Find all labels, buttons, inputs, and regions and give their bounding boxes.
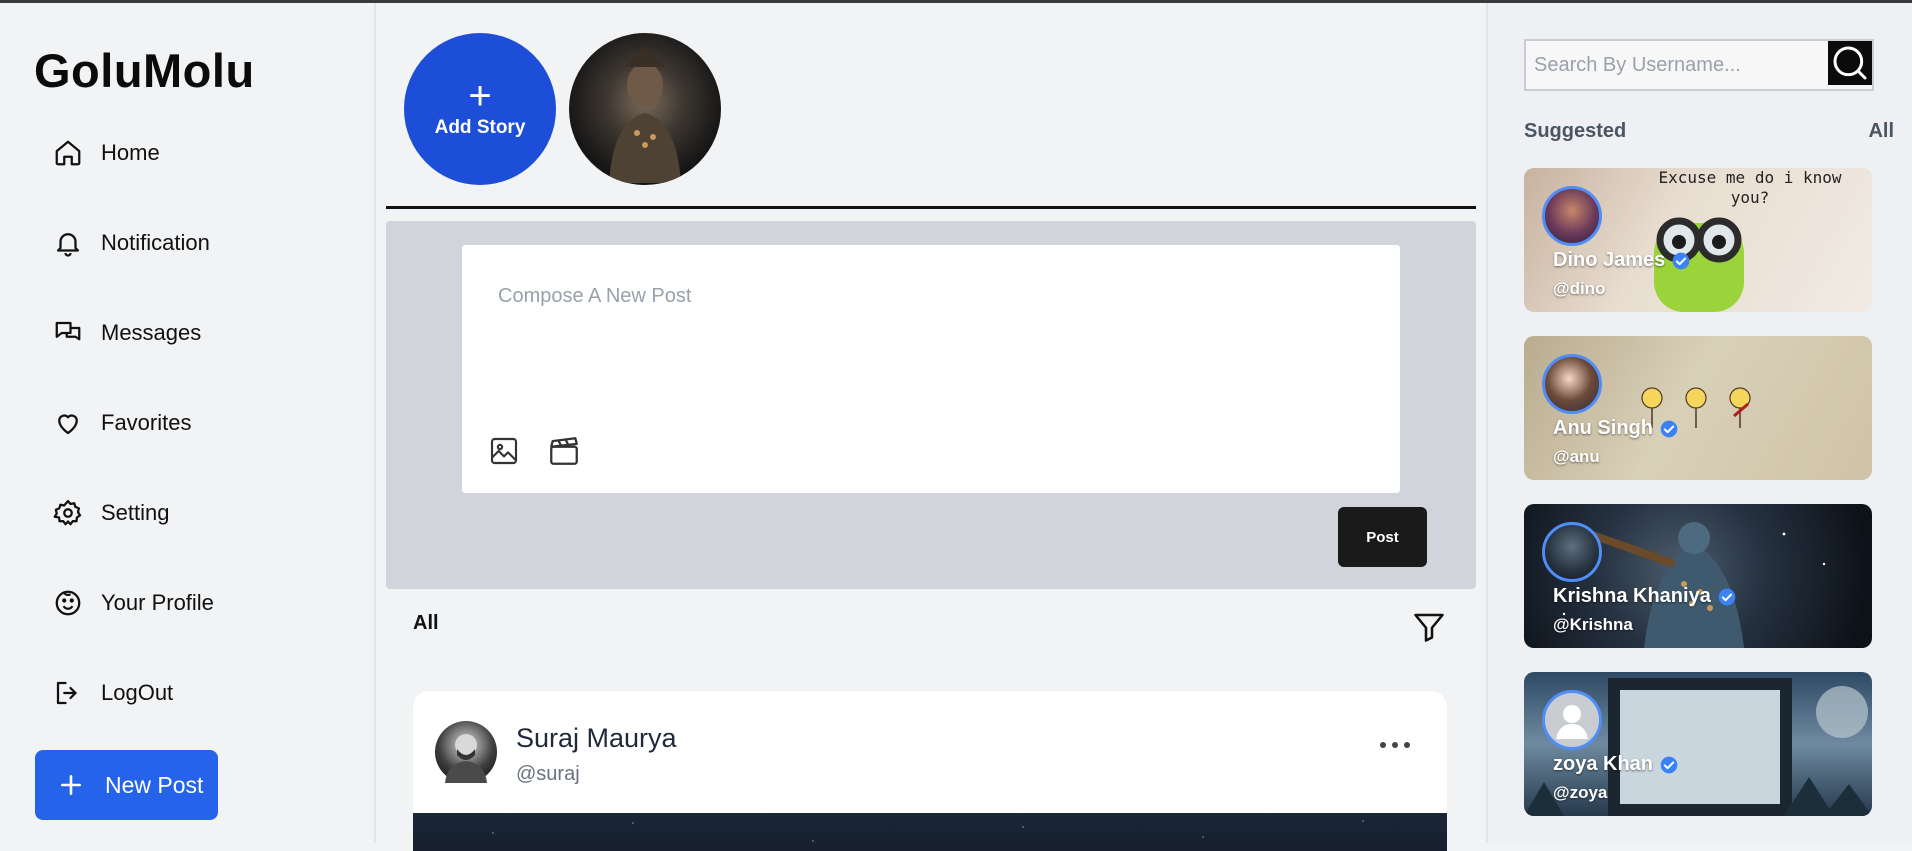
new-post-button[interactable]: New Post	[35, 750, 218, 820]
suggested-user-handle: @anu	[1553, 447, 1600, 466]
nav-item-messages[interactable]: Messages	[50, 307, 310, 359]
nav-item-your-profile[interactable]: Your Profile	[50, 577, 310, 629]
avatar	[1542, 690, 1602, 750]
search-bar	[1524, 39, 1874, 91]
nav-label-favorites: Favorites	[101, 410, 192, 435]
avatar	[1542, 522, 1602, 582]
user-avatar-image	[445, 734, 487, 783]
nav-label-your-profile: Your Profile	[101, 590, 214, 615]
post-card: Suraj Maurya @suraj	[413, 691, 1447, 851]
plus-icon	[57, 771, 85, 799]
smiley-icon	[50, 585, 86, 621]
suggested-user-handle: @Krishna	[1553, 615, 1633, 634]
nav-label-notification: Notification	[101, 230, 210, 255]
post-button[interactable]: Post	[1338, 507, 1427, 567]
nav-item-setting[interactable]: Setting	[50, 487, 310, 539]
avatar	[1542, 186, 1602, 246]
gear-icon	[50, 495, 86, 531]
suggested-user-card[interactable]: zoya Khan @zoya	[1524, 672, 1872, 816]
stories-divider	[386, 206, 1476, 209]
compose-input[interactable]: Compose A New Post	[462, 245, 1400, 493]
default-user-icon	[1556, 705, 1588, 739]
image-icon[interactable]	[486, 433, 522, 469]
nav-item-home[interactable]: Home	[50, 127, 310, 179]
verified-badge-icon	[1717, 587, 1737, 607]
user-name-text: Krishna Khaniya	[1553, 585, 1711, 607]
nav-label-home: Home	[101, 140, 160, 165]
nav-item-notification[interactable]: Notification	[50, 217, 310, 269]
compose-section: Compose A New Post Post	[386, 221, 1476, 589]
logout-icon	[50, 675, 86, 711]
add-story-button[interactable]: + Add Story	[404, 33, 556, 185]
avatar[interactable]	[435, 721, 497, 783]
more-options-icon[interactable]	[1373, 731, 1417, 759]
suggested-user-card[interactable]: Anu Singh @anu	[1524, 336, 1872, 480]
user-name-text: zoya Khan	[1553, 753, 1654, 775]
nav-item-logout[interactable]: LogOut	[50, 667, 310, 719]
suggested-user-handle: @zoya	[1553, 783, 1608, 802]
left-sidebar: GoluMolu Home Notification Messages Favo…	[0, 3, 376, 843]
suggested-user-name: Anu Singh	[1553, 417, 1679, 440]
bell-icon	[50, 225, 86, 261]
right-sidebar: Suggested All Excuse me do i know you? D…	[1486, 3, 1912, 843]
plus-icon: +	[468, 74, 492, 118]
user-name-text: Anu Singh	[1553, 417, 1653, 439]
compose-placeholder: Compose A New Post	[498, 285, 692, 307]
post-image[interactable]	[413, 813, 1447, 851]
heart-icon	[50, 405, 86, 441]
card-caption: Excuse me do i know you?	[1658, 168, 1842, 207]
nav-item-favorites[interactable]: Favorites	[50, 397, 310, 449]
avatar	[1542, 354, 1602, 414]
suggested-user-card[interactable]: Krishna Khaniya @Krishna	[1524, 504, 1872, 648]
app-logo[interactable]: GoluMolu	[34, 43, 255, 98]
verified-badge-icon	[1671, 251, 1691, 271]
user-name-text: Dino James	[1553, 249, 1666, 271]
suggested-heading: Suggested	[1524, 120, 1627, 142]
suggested-all-link[interactable]: All	[1868, 120, 1894, 143]
filter-icon[interactable]	[1409, 607, 1449, 647]
new-post-label: New Post	[105, 771, 204, 798]
suggested-user-name: Dino James	[1553, 249, 1691, 272]
nav-label-setting: Setting	[101, 500, 170, 525]
add-story-label: Add Story	[434, 117, 526, 138]
search-input[interactable]	[1526, 41, 1826, 89]
main-feed: + Add Story Compose A New Post Post All	[376, 3, 1486, 851]
chat-icon	[50, 315, 86, 351]
story-avatar[interactable]	[569, 33, 721, 185]
search-icon[interactable]	[1828, 41, 1872, 85]
suggested-user-card[interactable]: Excuse me do i know you? Dino James @din…	[1524, 168, 1872, 312]
feed-filter-label[interactable]: All	[413, 612, 439, 635]
suggested-user-name: Krishna Khaniya	[1553, 585, 1737, 608]
suggested-user-name: zoya Khan	[1553, 753, 1679, 776]
nav-label-messages: Messages	[101, 320, 202, 345]
home-icon	[50, 135, 86, 171]
verified-badge-icon	[1659, 419, 1679, 439]
post-author-handle: @suraj	[516, 763, 580, 785]
story-figure-image	[609, 47, 681, 183]
nav-label-logout: LogOut	[101, 680, 174, 705]
video-clapper-icon[interactable]	[546, 433, 582, 469]
post-author-name[interactable]: Suraj Maurya	[516, 723, 677, 754]
verified-badge-icon	[1659, 755, 1679, 775]
suggested-user-handle: @dino	[1553, 279, 1606, 298]
